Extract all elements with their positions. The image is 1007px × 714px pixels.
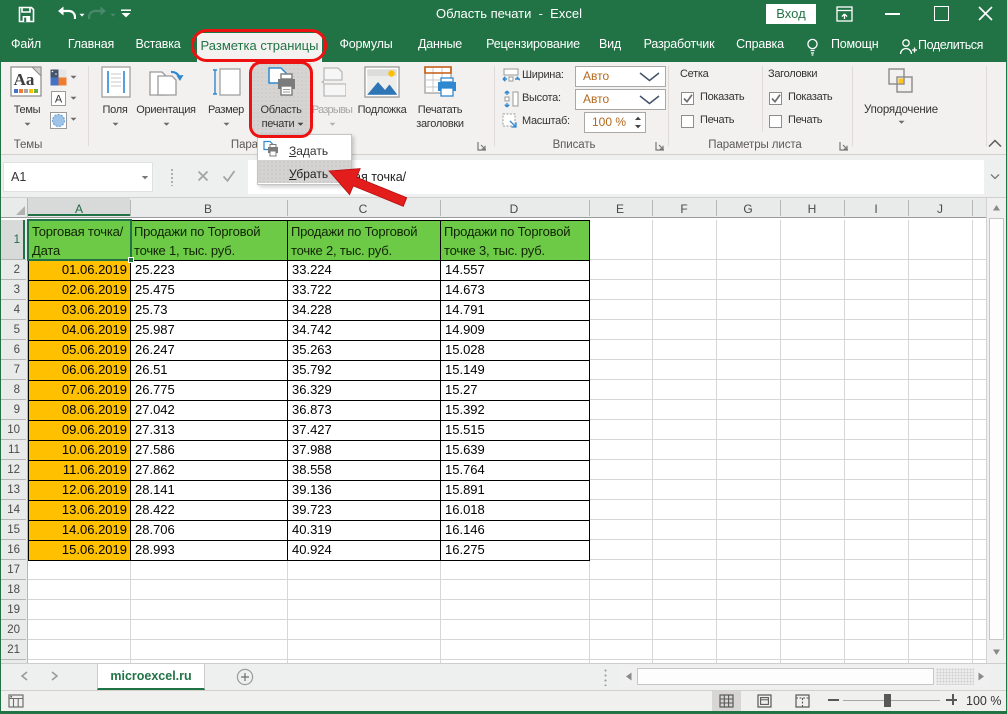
svg-text:Aa: Aa xyxy=(14,70,35,89)
svg-text:A: A xyxy=(55,94,63,106)
